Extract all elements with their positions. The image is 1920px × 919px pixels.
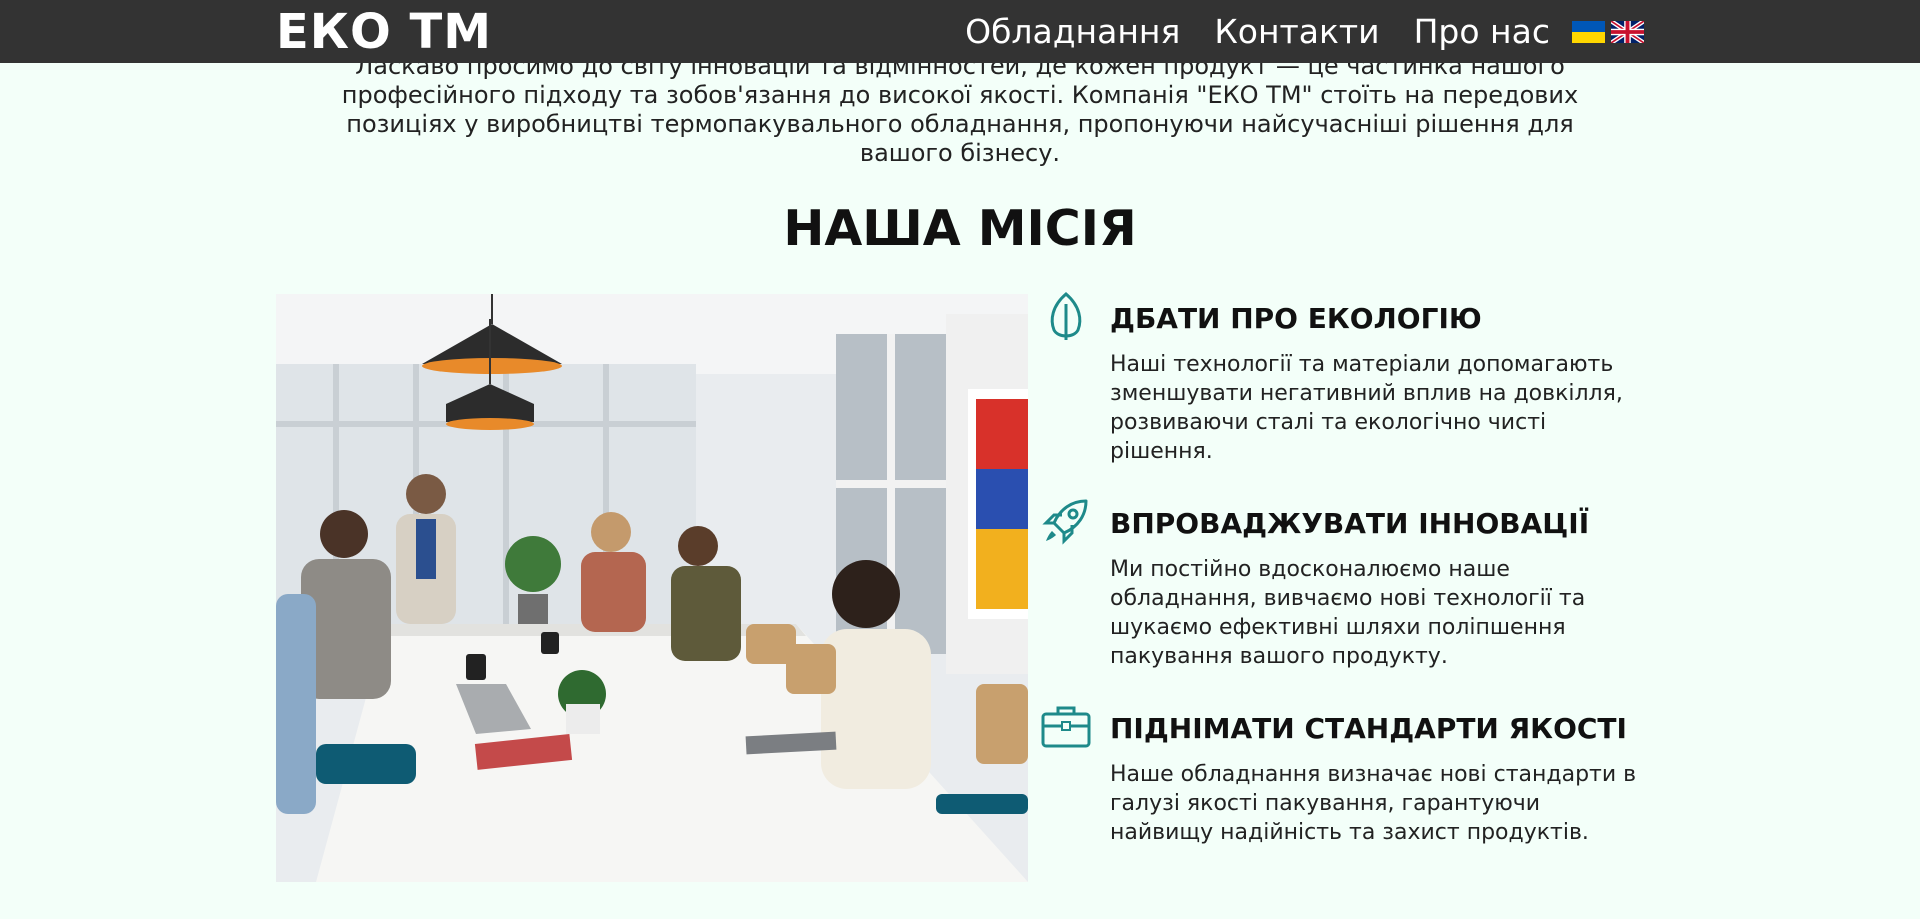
- feature-title: ПІДНІМАТИ СТАНДАРТИ ЯКОСТІ: [1110, 712, 1627, 745]
- nav-contacts[interactable]: Контакти: [1214, 12, 1379, 51]
- feature-title: ВПРОВАДЖУВАТИ ІННОВАЦІЇ: [1110, 507, 1590, 540]
- leaf-icon: [1050, 292, 1082, 340]
- intro-text: Ласкаво просимо до світу інновацій та ві…: [341, 52, 1579, 167]
- rocket-icon: [1042, 499, 1088, 545]
- nav-about[interactable]: Про нас: [1414, 12, 1550, 51]
- language-switcher: [1566, 20, 1644, 43]
- feature-title: ДБАТИ ПРО ЕКОЛОГІЮ: [1110, 302, 1482, 335]
- mission-title: НАША МІСІЯ: [783, 200, 1137, 257]
- team-meeting-photo: [276, 294, 1028, 882]
- ukraine-flag-icon[interactable]: [1572, 20, 1605, 43]
- feature-text: Наші технології та матеріали допомагають…: [1110, 352, 1623, 464]
- nav-equipment[interactable]: Обладнання: [965, 12, 1180, 51]
- uk-flag-icon[interactable]: [1611, 20, 1644, 43]
- briefcase-icon: [1041, 706, 1091, 748]
- main-nav: Обладнання Контакти Про нас: [931, 12, 1644, 51]
- intro-section: Ласкаво просимо до світу інновацій та ві…: [330, 52, 1590, 168]
- feature-text: Наше обладнання визначає нові стандарти …: [1110, 762, 1637, 845]
- site-logo[interactable]: ЕКО ТМ: [276, 4, 492, 60]
- site-header: ЕКО ТМ Обладнання Контакти Про нас: [0, 0, 1920, 63]
- feature-text: Ми постійно вдосконалюємо наше обладнанн…: [1110, 557, 1586, 669]
- header-inner: ЕКО ТМ Обладнання Контакти Про нас: [276, 0, 1644, 63]
